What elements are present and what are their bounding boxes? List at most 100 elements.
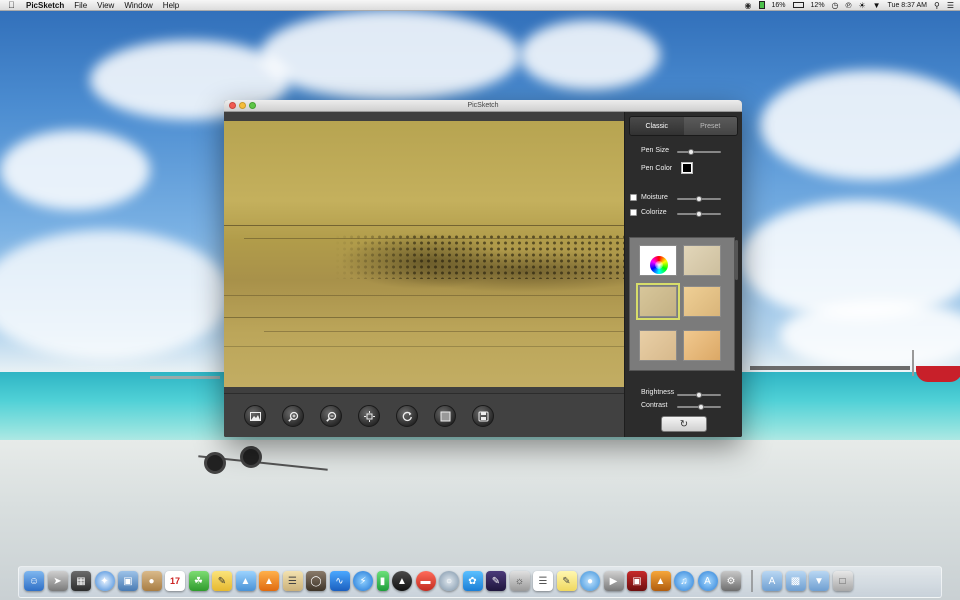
texture-item[interactable] — [639, 330, 677, 361]
moisture-slider[interactable] — [677, 196, 721, 202]
dock-icons: ☺ ➤ ▦ ✦ ▣ ● 17 ☘ ✎ ▲ ▲ ☰ ◯ ∿ ⚡ ▮ ▲ ▬ ○ ✿… — [24, 566, 940, 596]
zoom-out-button[interactable] — [320, 405, 342, 427]
battery-left-percent: 16% — [771, 1, 786, 9]
tab-classic[interactable]: Classic — [630, 117, 684, 135]
preview-icon[interactable]: ▣ — [118, 571, 138, 591]
chrome-icon[interactable]: ○ — [439, 571, 459, 591]
menu-help[interactable]: Help — [163, 1, 179, 10]
texture-item[interactable] — [683, 330, 721, 361]
apple-menu-icon[interactable]:  — [8, 0, 22, 10]
status-area: ◉ 16% 12% ◷ ℗ ☀ ▼ Tue 8:37 AM ⚲ ☰ — [745, 1, 960, 10]
battery-icon[interactable] — [792, 2, 804, 8]
contrast-knob[interactable] — [698, 404, 704, 410]
trash-icon[interactable]: □ — [832, 571, 853, 591]
volume-icon[interactable]: ▼ — [873, 1, 881, 10]
pen-size-slider[interactable] — [677, 149, 721, 155]
paper-texture-list[interactable] — [629, 237, 735, 371]
save-button[interactable] — [472, 405, 494, 427]
zoom-out-icon — [325, 411, 336, 422]
waveform-app-icon[interactable]: ∿ — [329, 571, 350, 591]
menu-app-name[interactable]: PicSketch — [26, 1, 64, 10]
close-window-button[interactable] — [229, 102, 236, 109]
documents-folder-icon[interactable]: ▩ — [785, 571, 806, 591]
colorize-slider[interactable] — [677, 211, 721, 217]
applications-folder-icon[interactable]: A — [762, 571, 782, 591]
notification-center-icon[interactable]: ☰ — [947, 1, 954, 10]
picsketch-dock-icon[interactable]: ✎ — [486, 571, 506, 591]
clock[interactable]: Tue 8:37 AM — [888, 2, 927, 9]
iphoto-icon[interactable]: ▲ — [650, 571, 671, 591]
wifi-icon[interactable]: ☀ — [858, 1, 865, 10]
witch-hat-app-icon[interactable]: ▲ — [392, 571, 412, 591]
twitter-icon[interactable]: ◉ — [745, 1, 752, 10]
contacts-icon[interactable]: ● — [141, 571, 162, 591]
dock-separator — [750, 570, 753, 592]
stickies-icon[interactable]: ✎ — [212, 571, 232, 591]
photo-booth-icon[interactable]: ◯ — [306, 571, 326, 591]
notes-icon[interactable]: ✎ — [556, 571, 577, 591]
colorize-knob[interactable] — [696, 211, 702, 217]
tab-preset[interactable]: Preset — [683, 117, 737, 135]
system-preferences-icon[interactable]: ⚙ — [721, 571, 741, 591]
messages-icon[interactable]: ● — [580, 571, 600, 591]
texture-custom-color[interactable] — [639, 245, 677, 276]
settings-panel: Classic Preset Pen Size Pen Color Moistu… — [624, 112, 742, 437]
texture-item[interactable] — [683, 286, 721, 317]
brightness-knob[interactable] — [696, 392, 702, 398]
menu-bar:  PicSketch File View Window Help ◉ 16% … — [0, 0, 960, 11]
fit-to-window-button[interactable] — [358, 405, 380, 427]
lightning-app-icon[interactable]: ⚡ — [353, 571, 373, 591]
cloud — [0, 230, 230, 360]
rotate-button[interactable] — [396, 405, 418, 427]
menu-view[interactable]: View — [97, 1, 114, 10]
open-image-button[interactable] — [244, 405, 266, 427]
usb-app-icon[interactable]: ▮ — [376, 571, 389, 591]
textedit-icon[interactable]: ☰ — [282, 571, 303, 591]
moisture-knob[interactable] — [696, 196, 702, 202]
sketch-canvas[interactable] — [224, 121, 624, 387]
mission-control-icon[interactable]: ▦ — [71, 571, 91, 591]
title-bar[interactable]: PicSketch — [224, 100, 742, 112]
texture-item-selected[interactable] — [636, 283, 680, 320]
twitter-app-icon[interactable]: ✿ — [462, 571, 483, 591]
pen-color-swatch — [683, 164, 691, 172]
app-store-icon[interactable]: A — [697, 571, 718, 591]
frame-button[interactable] — [434, 405, 456, 427]
reset-button[interactable]: ↻ — [661, 416, 707, 432]
downloads-folder-icon[interactable]: ▼ — [809, 571, 829, 591]
moisture-checkbox[interactable] — [630, 194, 637, 201]
colorize-checkbox[interactable] — [630, 209, 637, 216]
minimize-window-button[interactable] — [239, 102, 246, 109]
time-machine-icon[interactable]: ◷ — [832, 1, 839, 10]
safari-icon[interactable]: ✦ — [94, 571, 115, 591]
zoom-in-button[interactable] — [282, 405, 304, 427]
texture-scrollbar[interactable] — [735, 240, 738, 280]
facetime-icon[interactable]: ▶ — [603, 571, 624, 591]
contrast-slider[interactable] — [677, 404, 721, 410]
zoom-window-button[interactable] — [249, 102, 256, 109]
vlc-icon[interactable]: ▲ — [259, 571, 279, 591]
battery-right-percent: 12% — [810, 1, 825, 9]
brightness-slider[interactable] — [677, 392, 721, 398]
photo-booth-red-icon[interactable]: ▣ — [627, 571, 647, 591]
bluetooth-icon[interactable]: ℗ — [846, 1, 852, 10]
boat — [916, 366, 960, 382]
texture-item[interactable] — [683, 245, 721, 276]
pier — [750, 366, 910, 370]
spotlight-icon[interactable]: ⚲ — [934, 1, 940, 10]
pen-size-knob[interactable] — [688, 149, 694, 155]
finder-icon[interactable]: ☺ — [24, 571, 44, 591]
itunes-icon[interactable]: ♫ — [674, 571, 694, 591]
menu-window[interactable]: Window — [124, 1, 152, 10]
photo-app-icon[interactable]: ▲ — [235, 571, 256, 591]
menu-file[interactable]: File — [74, 1, 87, 10]
blimp-app-icon[interactable]: ▬ — [415, 571, 436, 591]
launchpad-icon[interactable]: ➤ — [47, 571, 68, 591]
preview-glasses-icon[interactable]: ☼ — [509, 571, 530, 591]
battery-green-icon[interactable] — [758, 1, 765, 9]
evernote-icon[interactable]: ☘ — [188, 571, 209, 591]
pen-color-well[interactable] — [681, 162, 693, 174]
reminders-icon[interactable]: ☰ — [533, 571, 553, 591]
sketch-line — [224, 346, 624, 347]
calendar-icon[interactable]: 17 — [165, 571, 185, 591]
